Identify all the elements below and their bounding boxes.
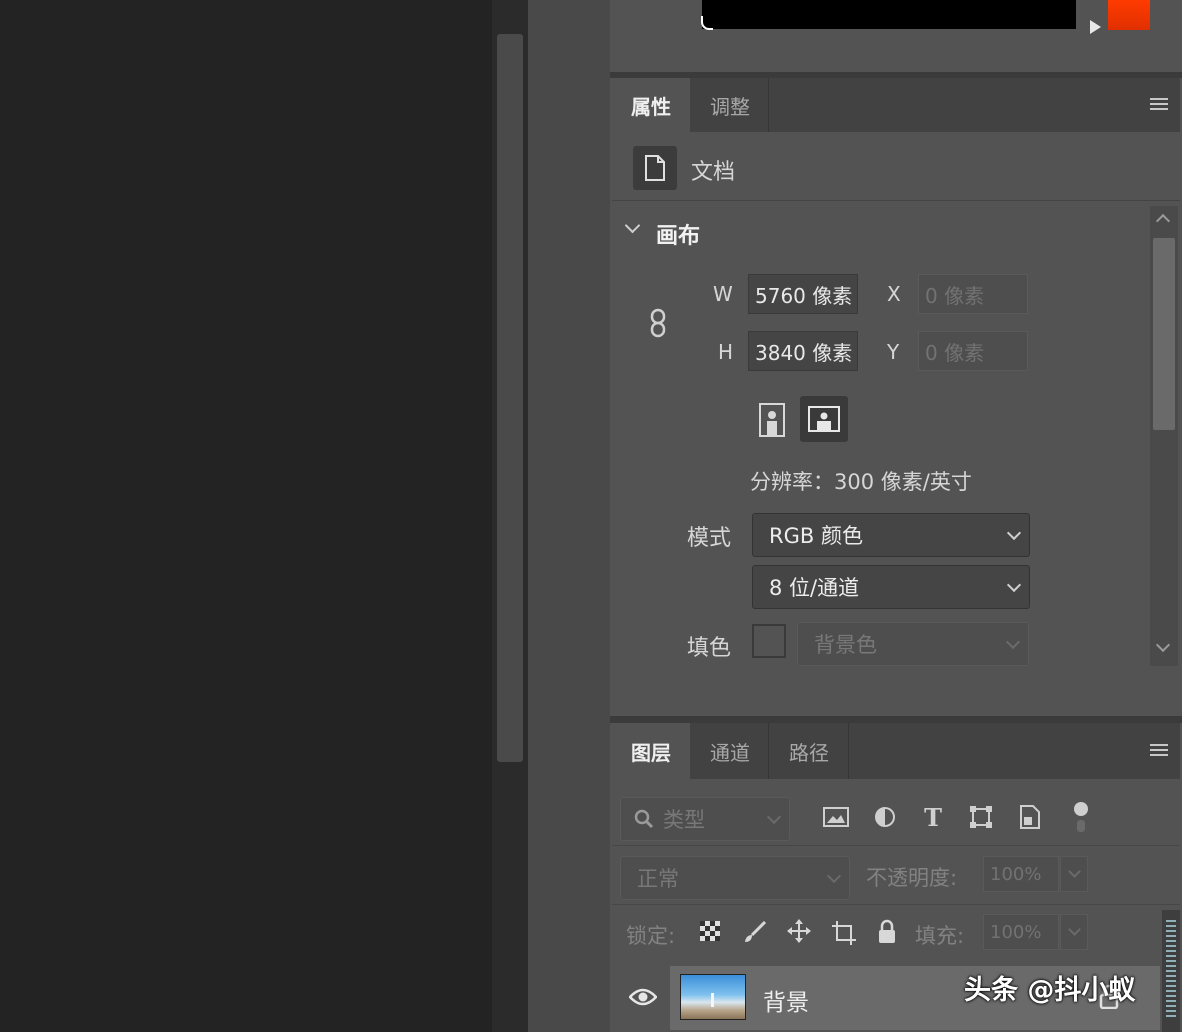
panel-menu-icon[interactable] <box>1150 744 1168 758</box>
document-icon <box>633 146 677 190</box>
blend-mode-value: 正常 <box>637 867 679 891</box>
fill-color-value: 背景色 <box>814 633 877 657</box>
color-picker-cursor[interactable] <box>701 16 713 30</box>
watermark-text: 头条 @抖小蚁 <box>964 975 1136 1006</box>
panel-divider <box>610 716 1182 723</box>
layers-scrollbar[interactable] <box>1162 910 1180 1032</box>
fill-opacity-dropdown-button[interactable] <box>1060 914 1088 950</box>
filter-pixel-layers-icon[interactable] <box>821 803 851 831</box>
layer-filter-kind-select[interactable]: 类型 <box>620 797 790 841</box>
search-icon <box>634 809 654 829</box>
lock-transparent-pixels-icon[interactable] <box>697 918 723 944</box>
document-label: 文档 <box>691 160 736 185</box>
color-field[interactable] <box>702 0 1076 29</box>
fill-label: 填充: <box>915 924 965 948</box>
y-label: Y <box>887 340 900 364</box>
height-label: H <box>718 340 734 364</box>
filter-adjustment-layers-icon[interactable] <box>870 803 900 831</box>
portrait-orientation-icon[interactable] <box>754 398 790 442</box>
tab-channels[interactable]: 通道 <box>692 723 769 779</box>
resolution-text: 分辨率：300 像素/英寸 <box>750 470 972 494</box>
layer-name: 背景 <box>763 990 809 1016</box>
lock-all-icon[interactable] <box>874 916 900 946</box>
foreground-color-swatch[interactable] <box>1108 0 1150 30</box>
tab-adjustments[interactable]: 调整 <box>692 78 769 132</box>
filter-shape-layers-icon[interactable] <box>966 803 996 831</box>
opacity-label: 不透明度: <box>866 866 958 890</box>
width-label: W <box>713 282 733 306</box>
document-canvas-area[interactable] <box>0 0 492 1032</box>
layer-thumbnail <box>680 974 746 1020</box>
tab-properties[interactable]: 属性 <box>612 78 690 132</box>
chevron-down-icon <box>1006 525 1022 541</box>
blend-mode-select[interactable]: 正常 <box>620 856 850 900</box>
height-input[interactable]: 3840 像素 <box>748 331 858 371</box>
chevron-down-icon <box>826 868 842 884</box>
filter-toggle-icon[interactable] <box>1068 797 1094 837</box>
properties-scrollbar-thumb[interactable] <box>1153 238 1175 430</box>
fill-color-label: 填色 <box>687 636 732 661</box>
panel-dock-gutter <box>528 0 610 1032</box>
fill-color-select[interactable]: 背景色 <box>797 622 1029 666</box>
chevron-down-icon <box>1006 577 1022 593</box>
x-label: X <box>887 282 901 306</box>
link-chain-icon[interactable] <box>646 306 670 340</box>
panel-menu-icon[interactable] <box>1150 98 1168 112</box>
eye-visibility-icon[interactable] <box>628 984 658 1010</box>
filter-smart-objects-icon[interactable] <box>1015 803 1045 831</box>
opacity-input[interactable]: 100% <box>983 856 1059 892</box>
lock-label: 锁定: <box>626 924 676 948</box>
layers-tabbar: 图层 通道 路径 <box>612 723 1180 779</box>
x-input[interactable]: 0 像素 <box>918 274 1028 314</box>
bit-depth-select[interactable]: 8 位/通道 <box>752 565 1030 609</box>
chevron-down-icon <box>766 809 782 825</box>
lock-artboard-icon[interactable] <box>829 918 859 948</box>
properties-tabbar: 属性 调整 <box>612 78 1180 132</box>
lock-position-move-icon[interactable] <box>784 916 814 946</box>
lock-image-pixels-brush-icon[interactable] <box>741 918 769 946</box>
color-mode-select[interactable]: RGB 颜色 <box>752 513 1030 557</box>
chevron-down-icon <box>1005 634 1021 650</box>
tab-paths[interactable]: 路径 <box>770 723 849 779</box>
tab-layers[interactable]: 图层 <box>612 723 690 779</box>
filter-type-layers-icon[interactable]: T <box>918 802 948 832</box>
opacity-dropdown-button[interactable] <box>1060 856 1088 892</box>
width-input[interactable]: 5760 像素 <box>748 274 858 314</box>
hue-slider-marker[interactable] <box>1090 20 1101 34</box>
chevron-down-icon[interactable] <box>622 217 642 239</box>
bit-depth-value: 8 位/通道 <box>769 576 860 600</box>
canvas-scrollbar-thumb[interactable] <box>497 34 523 762</box>
document-row: 文档 <box>612 132 1180 201</box>
layer-filter-placeholder: 类型 <box>663 808 705 832</box>
mode-label: 模式 <box>687 526 732 551</box>
fill-color-swatch[interactable] <box>752 624 786 658</box>
layers-scrollbar-thumb[interactable] <box>1166 920 1176 1020</box>
canvas-section-title: 画布 <box>656 224 701 249</box>
landscape-orientation-icon[interactable] <box>800 396 848 442</box>
color-mode-value: RGB 颜色 <box>769 524 863 548</box>
y-input[interactable]: 0 像素 <box>918 331 1028 371</box>
fill-opacity-input[interactable]: 100% <box>983 914 1059 950</box>
